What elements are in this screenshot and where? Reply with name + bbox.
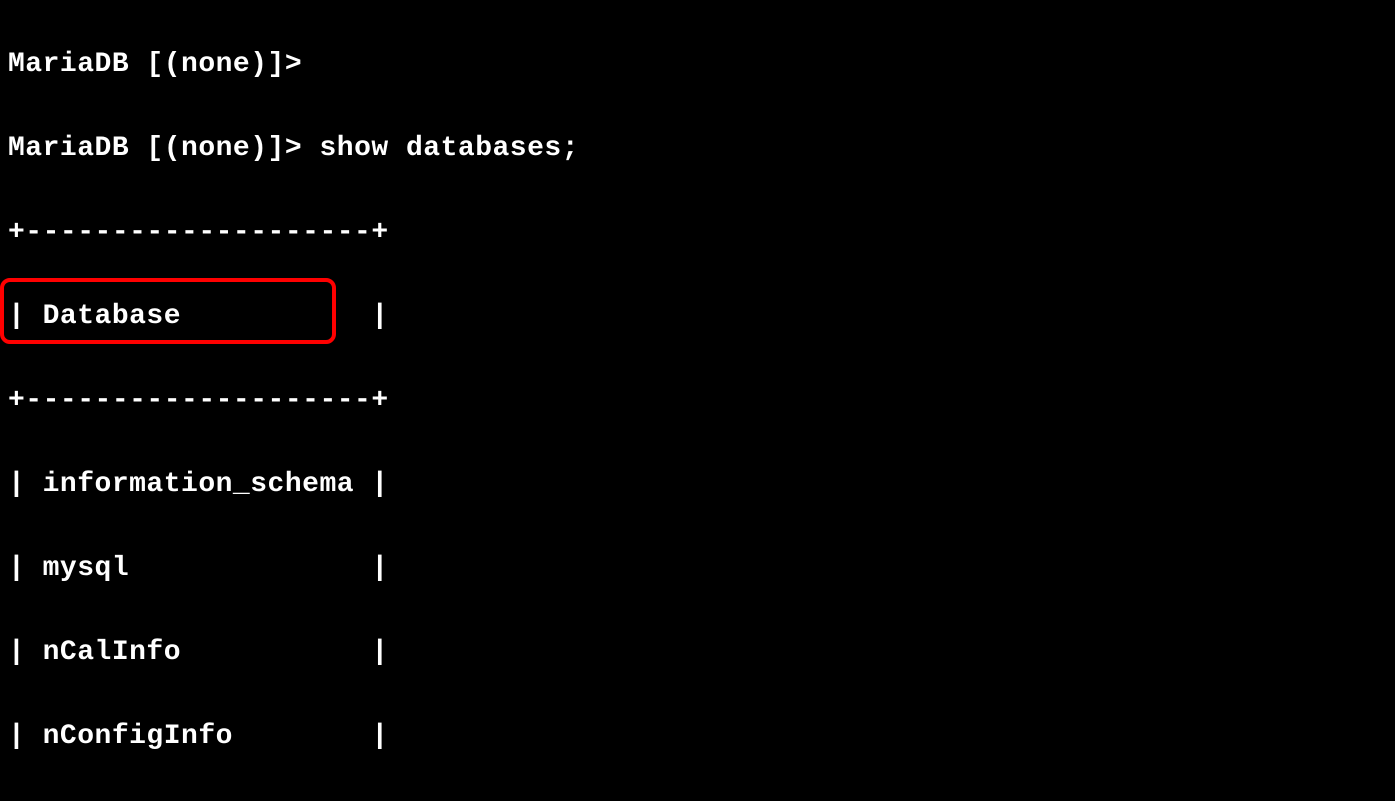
prompt-label: MariaDB [(none)]> — [8, 49, 302, 80]
table-header: | Database | — [8, 296, 1387, 338]
table-border-top: +--------------------+ — [8, 212, 1387, 254]
prompt-label: MariaDB [(none)]> — [8, 133, 302, 164]
table-row: | nConfigInfo | — [8, 716, 1387, 758]
table-row: | information_schema | — [8, 464, 1387, 506]
table-row: | nCalInfo | — [8, 632, 1387, 674]
table-border-mid: +--------------------+ — [8, 380, 1387, 422]
prompt-line-empty: MariaDB [(none)]> — [8, 44, 1387, 86]
command-text: show databases; — [319, 133, 579, 164]
terminal-output[interactable]: MariaDB [(none)]> MariaDB [(none)]> show… — [0, 0, 1395, 801]
prompt-line-command: MariaDB [(none)]> show databases; — [8, 128, 1387, 170]
table-row: | mysql | — [8, 548, 1387, 590]
